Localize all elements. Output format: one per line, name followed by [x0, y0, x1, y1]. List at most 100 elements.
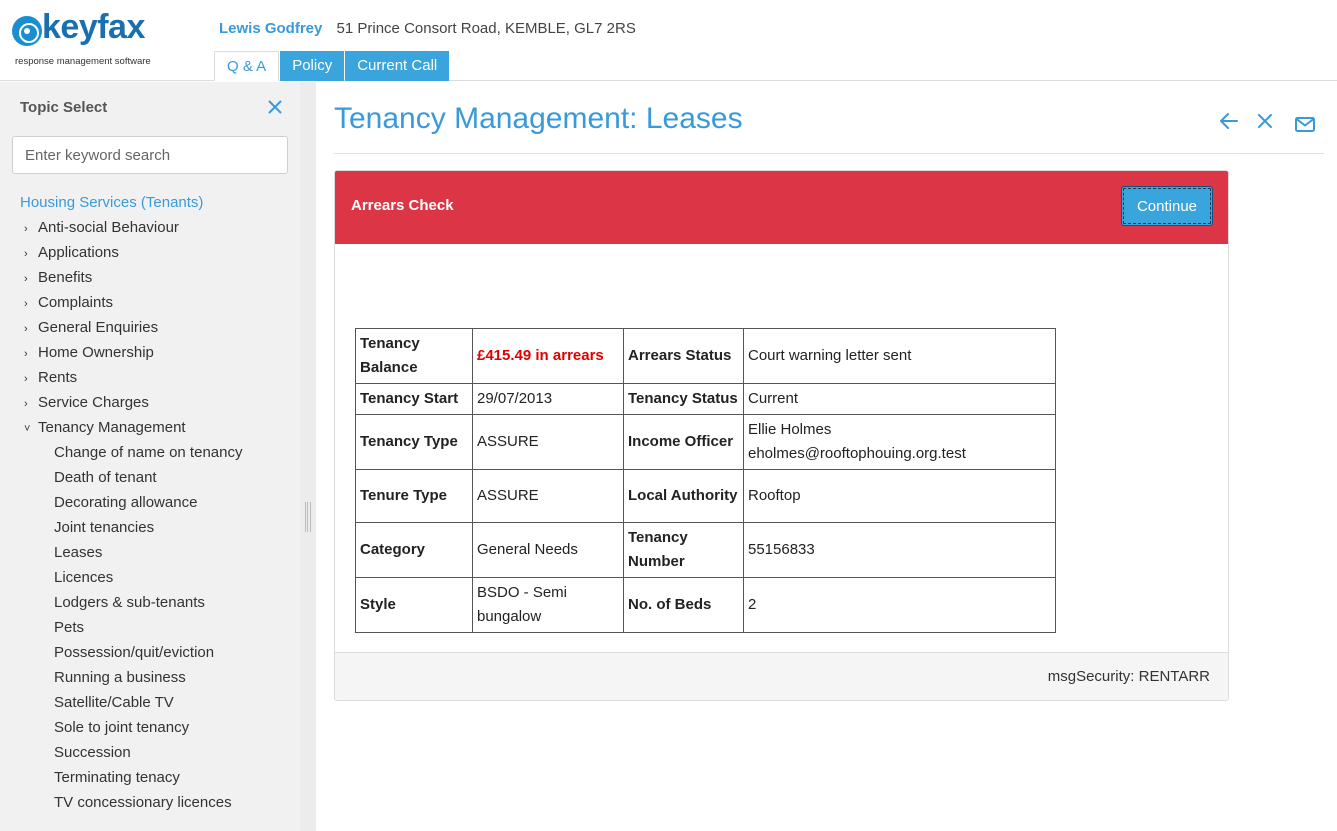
- income-officer-value: Ellie Holmes eholmes@rooftophouing.org.t…: [743, 414, 1056, 470]
- tree-item-applications[interactable]: › Applications: [0, 240, 300, 265]
- tree-subitem-tv-licences[interactable]: TV concessionary licences: [0, 790, 300, 815]
- close-icon: [268, 100, 282, 114]
- tab-policy[interactable]: Policy: [280, 51, 345, 81]
- tree-subitem-licences[interactable]: Licences: [0, 565, 300, 590]
- back-button[interactable]: [1218, 110, 1242, 134]
- arrears-status-value: Court warning letter sent: [743, 328, 1056, 384]
- continue-button[interactable]: Continue: [1121, 186, 1213, 226]
- table-row: Style BSDO - Semi bungalow No. of Beds 2: [355, 577, 1056, 633]
- tree-item-service-charges[interactable]: › Service Charges: [0, 390, 300, 415]
- tree-root-housing-services[interactable]: Housing Services (Tenants): [0, 190, 300, 215]
- tab-current-call[interactable]: Current Call: [345, 51, 450, 81]
- tree-item-label: Home Ownership: [38, 344, 154, 361]
- tree-subitem-change-of-name[interactable]: Change of name on tenancy: [0, 440, 300, 465]
- beds-label: No. of Beds: [623, 577, 744, 633]
- tenancy-start-label: Tenancy Start: [355, 383, 473, 415]
- chevron-right-icon: ›: [24, 248, 28, 260]
- msg-security-text: msgSecurity: RENTARR: [1047, 668, 1210, 685]
- beds-value: 2: [743, 577, 1056, 633]
- tenancy-number-value: 55156833: [743, 522, 1056, 578]
- chevron-right-icon: ›: [24, 373, 28, 385]
- table-row: Tenure Type ASSURE Local Authority Rooft…: [355, 469, 1056, 523]
- tree-item-label: Rents: [38, 369, 78, 386]
- email-button[interactable]: [1294, 114, 1318, 138]
- tree-item-label: Complaints: [38, 294, 114, 311]
- tree-subitem-death-of-tenant[interactable]: Death of tenant: [0, 465, 300, 490]
- chevron-right-icon: ›: [24, 273, 28, 285]
- card-header: Arrears Check Continue: [335, 171, 1228, 244]
- tree-subitem-succession[interactable]: Succession: [0, 740, 300, 765]
- local-authority-value: Rooftop: [743, 469, 1056, 523]
- caller-name: Lewis Godfrey: [219, 20, 323, 37]
- income-officer-name: Ellie Holmes: [748, 421, 832, 438]
- tree-subitem-satellite-tv[interactable]: Satellite/Cable TV: [0, 690, 300, 715]
- tree-subitem-possession[interactable]: Possession/quit/eviction: [0, 640, 300, 665]
- caller-address: 51 Prince Consort Road, KEMBLE, GL7 2RS: [336, 20, 636, 37]
- tree-item-benefits[interactable]: › Benefits: [0, 265, 300, 290]
- keyword-search-input[interactable]: [12, 136, 288, 174]
- close-icon: [1258, 114, 1272, 128]
- tree-subitem-joint-tenancies[interactable]: Joint tenancies: [0, 515, 300, 540]
- income-officer-email: eholmes@rooftophouing.org.test: [748, 445, 966, 462]
- sidebar-title: Topic Select: [20, 99, 108, 116]
- tree-subitem-terminating-tenancy[interactable]: Terminating tenacy: [0, 765, 300, 790]
- arrears-check-card: Arrears Check Continue Tenancy Balance £…: [334, 170, 1229, 701]
- category-value: General Needs: [472, 522, 624, 578]
- keyfax-logo: keyfax response management software: [12, 8, 182, 70]
- tree-item-home-ownership[interactable]: › Home Ownership: [0, 340, 300, 365]
- style-label: Style: [355, 577, 473, 633]
- style-value: BSDO - Semi bungalow: [472, 577, 624, 633]
- tree-subitem-pets[interactable]: Pets: [0, 615, 300, 640]
- tenure-type-value: ASSURE: [472, 469, 624, 523]
- sidebar-close-icon[interactable]: [268, 98, 282, 118]
- caller-info: Lewis Godfrey 51 Prince Consort Road, KE…: [219, 20, 636, 37]
- card-footer: msgSecurity: RENTARR: [335, 652, 1228, 700]
- chevron-right-icon: ›: [24, 348, 28, 360]
- tree-item-label: Tenancy Management: [38, 419, 186, 436]
- topic-tree: Housing Services (Tenants) › Anti-social …: [0, 190, 300, 815]
- table-row: Category General Needs Tenancy Number 55…: [355, 522, 1056, 578]
- tenure-type-label: Tenure Type: [355, 469, 473, 523]
- tree-item-tenancy-management[interactable]: ˅ Tenancy Management: [0, 415, 300, 440]
- chevron-down-icon: ˅: [24, 423, 31, 435]
- logo-wordmark: keyfax: [42, 8, 145, 46]
- tree-item-label: Service Charges: [38, 394, 149, 411]
- tree-item-label: Anti-social Behaviour: [38, 219, 179, 236]
- tree-item-rents[interactable]: › Rents: [0, 365, 300, 390]
- topic-sidebar: Topic Select Housing Services (Tenants) …: [0, 82, 300, 831]
- tree-item-label: General Enquiries: [38, 319, 159, 336]
- app-header: keyfax response management software Lewi…: [0, 0, 1337, 81]
- splitter-grip-icon: [305, 502, 311, 532]
- table-row: Tenancy Start 29/07/2013 Tenancy Status …: [355, 383, 1056, 415]
- chevron-right-icon: ›: [24, 223, 28, 235]
- tenancy-number-label: Tenancy Number: [623, 522, 744, 578]
- tree-item-label: Applications: [38, 244, 119, 261]
- tree-item-complaints[interactable]: › Complaints: [0, 290, 300, 315]
- title-actions: [1216, 110, 1316, 136]
- tree-subitem-running-business[interactable]: Running a business: [0, 665, 300, 690]
- tab-qa[interactable]: Q & A: [214, 51, 280, 81]
- close-button[interactable]: [1254, 110, 1278, 134]
- category-label: Category: [355, 522, 473, 578]
- tree-item-general-enquiries[interactable]: › General Enquiries: [0, 315, 300, 340]
- tree-item-label: Benefits: [38, 269, 93, 286]
- tree-subitem-lodgers[interactable]: Lodgers & sub-tenants: [0, 590, 300, 615]
- tenancy-status-value: Current: [743, 383, 1056, 415]
- chevron-right-icon: ›: [24, 298, 28, 310]
- income-officer-label: Income Officer: [623, 414, 744, 470]
- tree-subitem-leases[interactable]: Leases: [0, 540, 300, 565]
- tree-subitem-decorating-allowance[interactable]: Decorating allowance: [0, 490, 300, 515]
- tree-item-anti-social-behaviour[interactable]: › Anti-social Behaviour: [0, 215, 300, 240]
- tenancy-status-label: Tenancy Status: [623, 383, 744, 415]
- keyfax-logo-icon: [12, 16, 42, 46]
- chevron-right-icon: ›: [24, 398, 28, 410]
- tree-subitem-sole-to-joint[interactable]: Sole to joint tenancy: [0, 715, 300, 740]
- page-title: Tenancy Management: Leases: [334, 102, 743, 135]
- tenancy-balance-label: Tenancy Balance: [355, 328, 473, 384]
- arrow-left-icon: [1220, 113, 1238, 129]
- card-header-title: Arrears Check: [351, 197, 454, 214]
- local-authority-label: Local Authority: [623, 469, 744, 523]
- tenancy-type-label: Tenancy Type: [355, 414, 473, 470]
- sidebar-splitter[interactable]: [300, 82, 316, 831]
- chevron-right-icon: ›: [24, 323, 28, 335]
